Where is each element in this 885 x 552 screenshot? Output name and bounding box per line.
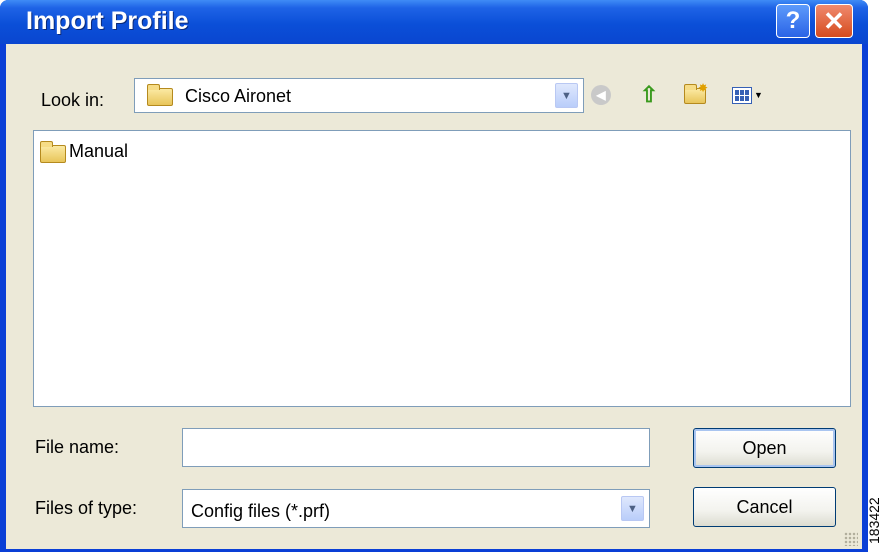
title-bar[interactable]: Import Profile ? ✕	[0, 0, 868, 44]
views-menu-icon	[732, 86, 752, 104]
close-icon: ✕	[823, 5, 845, 36]
folder-icon	[147, 84, 173, 106]
close-button[interactable]: ✕	[815, 4, 853, 38]
window-title: Import Profile	[26, 7, 189, 35]
resize-grip[interactable]	[844, 532, 858, 546]
help-button[interactable]: ?	[776, 4, 810, 38]
list-item-label: Manual	[69, 141, 129, 161]
look-in-dropdown-button[interactable]: ▼	[555, 83, 578, 108]
up-one-level-button[interactable]: ⇧	[637, 82, 661, 107]
folder-icon	[40, 141, 66, 163]
chevron-down-icon: ▼	[561, 89, 572, 102]
dialog-body: Look in: Cisco Aironet ▼ ◀ ⇧ ✸ ▼ Manual	[6, 44, 862, 549]
sparkle-icon: ✸	[698, 81, 709, 95]
back-icon: ◀	[591, 85, 611, 105]
cancel-button[interactable]: Cancel	[693, 487, 836, 527]
view-menu-button[interactable]: ▼	[730, 83, 763, 107]
files-of-type-combobox[interactable]: Config files (*.prf) ▼	[182, 489, 650, 528]
import-profile-dialog: Import Profile ? ✕ Look in: Cisco Airone…	[0, 0, 868, 552]
files-of-type-dropdown-button[interactable]: ▼	[621, 496, 644, 521]
look-in-value: Cisco Aironet	[185, 86, 292, 106]
up-folder-icon: ⇧	[639, 82, 659, 107]
figure-number: 183422	[866, 497, 882, 545]
look-in-label: Look in:	[41, 90, 105, 110]
chevron-down-icon: ▼	[627, 502, 638, 515]
dropdown-arrow-icon: ▼	[754, 90, 763, 100]
files-of-type-value: Config files (*.prf)	[191, 501, 331, 521]
open-button[interactable]: Open	[693, 428, 836, 468]
files-of-type-label: Files of type:	[35, 498, 138, 518]
file-name-input[interactable]	[182, 428, 650, 467]
back-button[interactable]: ◀	[589, 83, 613, 107]
look-in-combobox[interactable]: Cisco Aironet ▼	[134, 78, 584, 113]
help-icon: ?	[785, 7, 801, 34]
file-name-label: File name:	[35, 437, 120, 457]
create-new-folder-button[interactable]: ✸	[682, 81, 709, 107]
file-list[interactable]: Manual	[33, 130, 851, 407]
